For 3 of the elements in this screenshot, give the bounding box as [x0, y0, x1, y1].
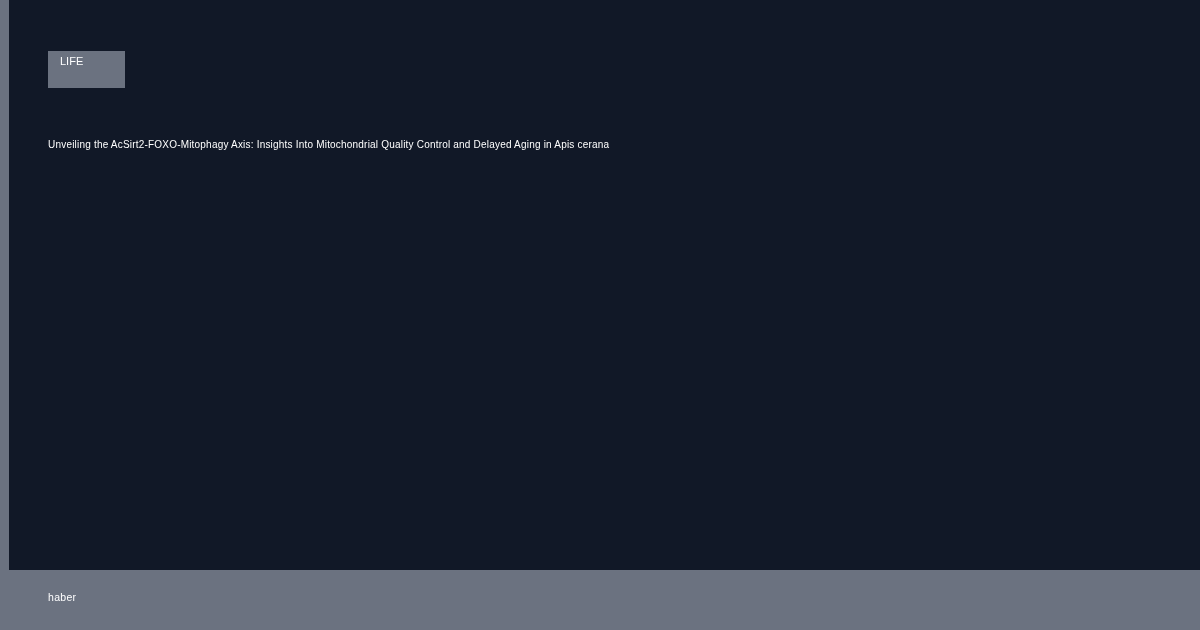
article-title: Unveiling the AcSirt2‐FOXO‐Mitophagy Axis: Insights Into Mitochondrial Quality Control and Delayed Aging in Apis cerana — [48, 139, 610, 151]
category-tag: LIFE — [48, 51, 125, 88]
footer-label: haber — [48, 591, 77, 603]
